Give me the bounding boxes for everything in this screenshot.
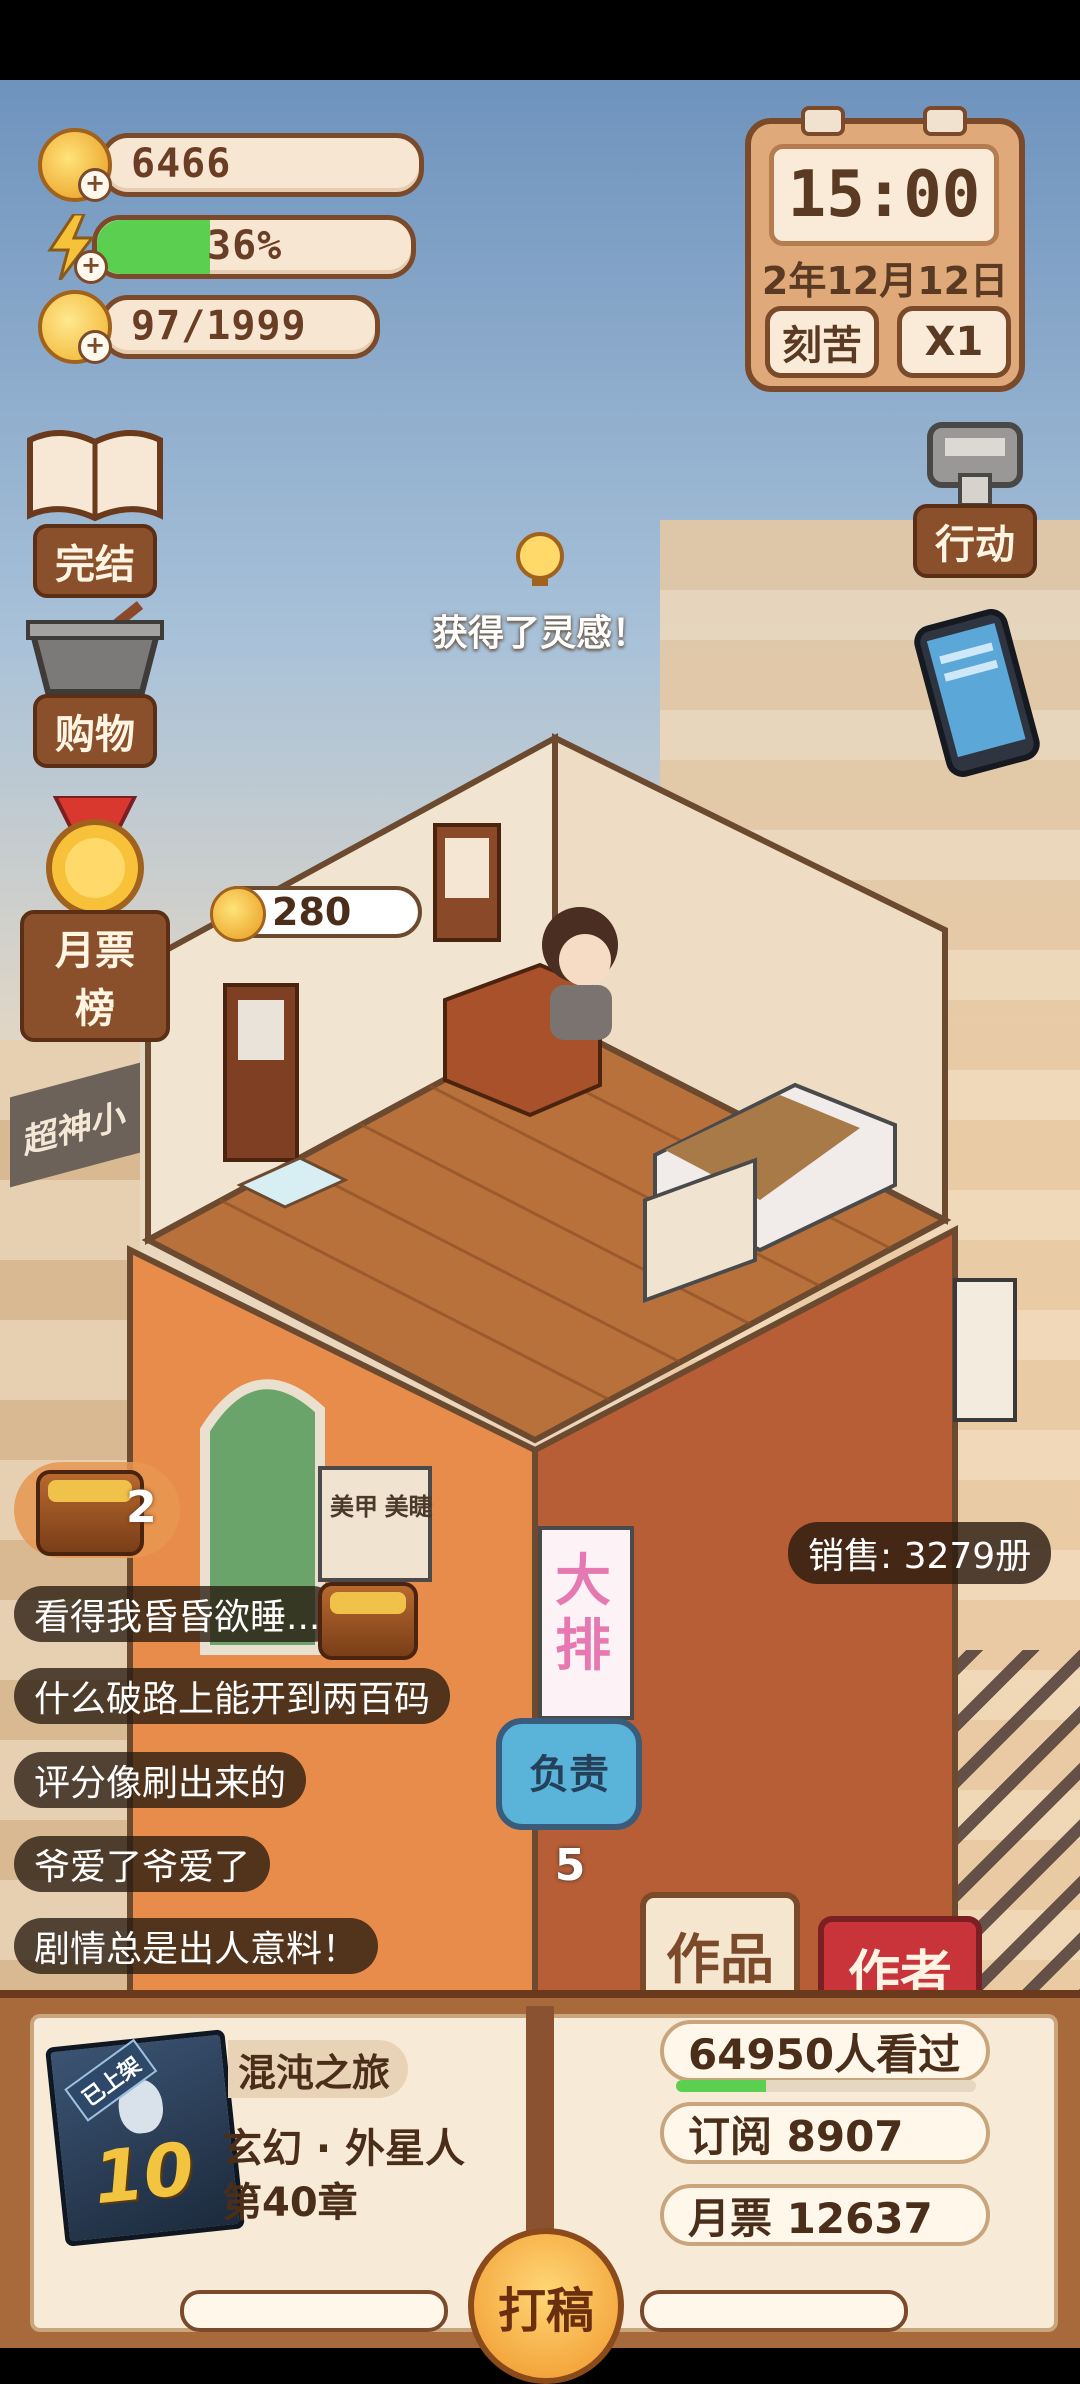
duty-count: 5 bbox=[554, 1840, 586, 1891]
subscribe-stat: 订阅 8907 bbox=[660, 2102, 990, 2164]
energy-bar-fill bbox=[97, 220, 211, 274]
right-progress-track bbox=[640, 2290, 908, 2332]
views-progress-fill bbox=[676, 2080, 766, 2092]
beauty-shop-sign bbox=[953, 1278, 1017, 1422]
ticket-machine-icon bbox=[927, 422, 1023, 507]
coins-bar: 6466 bbox=[100, 133, 424, 197]
book-cover[interactable]: 已上架 10 bbox=[45, 2029, 245, 2247]
inspiration-bar: 97/1999 bbox=[100, 295, 380, 359]
comment-item: 什么破路上能开到两百码 bbox=[14, 1668, 451, 1724]
action-label: 行动 bbox=[913, 504, 1037, 578]
views-progress-bar bbox=[676, 2080, 976, 2092]
comment-item: 爷爱了爷爱了 bbox=[14, 1836, 271, 1892]
treasure-chest-icon[interactable] bbox=[318, 1582, 418, 1660]
clock-knob-right bbox=[923, 106, 967, 136]
reward-value: 280 bbox=[272, 890, 352, 934]
reward-bubble[interactable]: 280 bbox=[210, 886, 422, 942]
monthly-rank-label: 月票榜 bbox=[20, 910, 170, 1042]
add-inspiration-icon[interactable]: + bbox=[78, 330, 112, 364]
clock-panel: 15:00 2年12月12日 刻苦 X1 bbox=[745, 106, 1025, 392]
book-genre: 玄幻 · 外星人 bbox=[222, 2126, 466, 2172]
write-draft-button[interactable]: 打稿 bbox=[468, 2228, 624, 2384]
clock-knob-left bbox=[801, 106, 845, 136]
comment-item: 评分像刷出来的 bbox=[14, 1752, 307, 1808]
finish-label: 完结 bbox=[33, 524, 157, 598]
clock-date: 2年12月12日 bbox=[761, 259, 1009, 303]
shopping-basket-icon bbox=[26, 601, 164, 695]
chest-counter[interactable]: 2 bbox=[14, 1462, 180, 1558]
open-book-icon bbox=[27, 429, 163, 522]
lightbulb-icon: + bbox=[38, 290, 112, 364]
cover-number: 10 bbox=[89, 2126, 199, 2221]
comment-item: 看得我昏昏欲睡... bbox=[14, 1586, 341, 1642]
notice-text: 获得了灵感！ bbox=[431, 613, 648, 654]
finish-button[interactable]: 完结 bbox=[20, 420, 170, 598]
action-button[interactable]: 行动 bbox=[900, 420, 1050, 578]
inspiration-row[interactable]: + 97/1999 bbox=[38, 290, 380, 364]
coin-icon bbox=[210, 886, 266, 942]
energy-bar: 36% bbox=[92, 215, 416, 279]
coins-value: 6466 bbox=[131, 141, 232, 187]
chest-count: 2 bbox=[126, 1482, 157, 1533]
shop-sign-nails bbox=[318, 1466, 432, 1582]
clock-time: 15:00 bbox=[769, 144, 999, 246]
energy-row[interactable]: + 36% bbox=[38, 212, 416, 284]
views-stat: 64950人看过 bbox=[660, 2020, 990, 2082]
lightning-icon: + bbox=[38, 214, 108, 284]
comment-item: 剧情总是出人意料！ bbox=[14, 1918, 379, 1974]
svg-text:美甲 美睫: 美甲 美睫 bbox=[330, 1493, 433, 1521]
coin-icon: + bbox=[38, 128, 112, 202]
book-chapter: 第40章 bbox=[222, 2180, 358, 2226]
gold-medal-icon bbox=[46, 794, 144, 917]
add-energy-icon[interactable]: + bbox=[74, 250, 108, 284]
inspiration-notice: 获得了灵感！ bbox=[420, 530, 660, 656]
book-title: 混沌之旅 bbox=[228, 2040, 409, 2098]
coins-row[interactable]: + 6466 bbox=[38, 128, 424, 202]
shop-button[interactable]: 购物 bbox=[20, 600, 170, 768]
speed-button[interactable]: X1 bbox=[897, 306, 1011, 378]
work-mode-button[interactable]: 刻苦 bbox=[765, 306, 879, 378]
sales-counter: 销售: 3279册 bbox=[788, 1522, 1052, 1584]
left-progress-track bbox=[180, 2290, 448, 2332]
shop-label: 购物 bbox=[33, 694, 157, 768]
inspiration-value: 97/1999 bbox=[131, 303, 307, 349]
add-coins-icon[interactable]: + bbox=[78, 168, 112, 202]
tablet-icon[interactable] bbox=[912, 608, 1042, 778]
monthly-ticket-stat: 月票 12637 bbox=[660, 2184, 990, 2246]
energy-value: 36% bbox=[207, 223, 283, 269]
svg-text:排: 排 bbox=[555, 1614, 611, 1677]
svg-text:大: 大 bbox=[555, 1549, 611, 1612]
monthly-rank-button[interactable]: 月票榜 bbox=[20, 794, 170, 1042]
lightbulb-icon bbox=[516, 532, 564, 586]
duty-button[interactable]: 负责 bbox=[496, 1718, 642, 1830]
